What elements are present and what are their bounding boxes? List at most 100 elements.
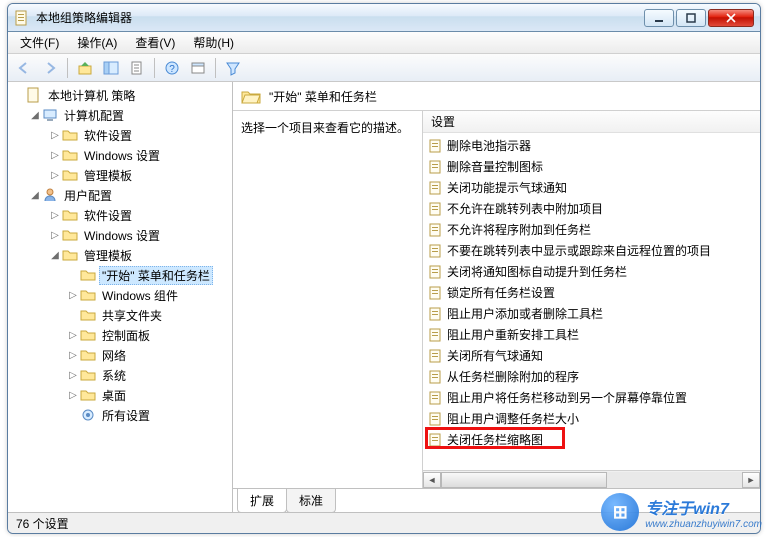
folder-icon xyxy=(80,387,96,403)
folder-icon xyxy=(80,267,96,283)
policy-item-icon xyxy=(429,139,443,153)
tab-extended[interactable]: 扩展 xyxy=(237,489,287,513)
menubar: 文件(F) 操作(A) 查看(V) 帮助(H) xyxy=(8,32,760,54)
setting-item[interactable]: 阻止用户重新安排工具栏 xyxy=(423,324,760,345)
folder-icon xyxy=(62,167,78,183)
menu-view[interactable]: 查看(V) xyxy=(127,32,183,53)
setting-item[interactable]: 阻止用户添加或者删除工具栏 xyxy=(423,303,760,324)
maximize-button[interactable] xyxy=(676,9,706,27)
chevron-right-icon[interactable]: ▷ xyxy=(66,290,80,301)
chevron-right-icon[interactable]: ▷ xyxy=(66,350,80,361)
tree-all-settings[interactable]: 所有设置 xyxy=(8,405,232,425)
chevron-right-icon[interactable]: ▷ xyxy=(48,210,62,221)
tree-root[interactable]: 本地计算机 策略 xyxy=(8,85,232,105)
minimize-button[interactable] xyxy=(644,9,674,27)
setting-item[interactable]: 关闭功能提示气球通知 xyxy=(423,177,760,198)
settings-icon xyxy=(80,407,96,423)
policy-item-icon xyxy=(429,202,443,216)
tree-item[interactable]: ▷Windows 组件 xyxy=(8,285,232,305)
policy-item-icon xyxy=(429,391,443,405)
tree-computer-config[interactable]: ◢ 计算机配置 xyxy=(8,105,232,125)
scroll-left-button[interactable]: ◄ xyxy=(423,472,441,488)
menu-help[interactable]: 帮助(H) xyxy=(185,32,242,53)
setting-label: 不要在跳转列表中显示或跟踪来自远程位置的项目 xyxy=(447,242,711,259)
tree-user-config[interactable]: ◢ 用户配置 xyxy=(8,185,232,205)
window-title: 本地组策略编辑器 xyxy=(36,9,642,26)
scroll-right-button[interactable]: ► xyxy=(742,472,760,488)
settings-column-header[interactable]: 设置 xyxy=(423,111,760,133)
chevron-right-icon[interactable]: ▷ xyxy=(66,330,80,341)
folder-icon xyxy=(62,207,78,223)
setting-item[interactable]: 不允许在跳转列表中附加项目 xyxy=(423,198,760,219)
policy-item-icon xyxy=(429,181,443,195)
setting-item[interactable]: 不允许将程序附加到任务栏 xyxy=(423,219,760,240)
filter-button[interactable] xyxy=(221,56,245,80)
view-tabs: 扩展 标准 xyxy=(233,488,760,512)
setting-item[interactable]: 关闭将通知图标自动提升到任务栏 xyxy=(423,261,760,282)
content-split: 选择一个项目来查看它的描述。 设置 删除电池指示器删除音量控制图标关闭功能提示气… xyxy=(233,110,760,488)
menu-file[interactable]: 文件(F) xyxy=(12,32,67,53)
tree-item[interactable]: ▷Windows 设置 xyxy=(8,145,232,165)
setting-item[interactable]: 关闭任务栏缩略图 xyxy=(423,429,760,450)
folder-icon xyxy=(80,307,96,323)
chevron-down-icon[interactable]: ◢ xyxy=(28,110,42,121)
tab-standard[interactable]: 标准 xyxy=(286,489,336,513)
scroll-track[interactable] xyxy=(441,472,742,488)
folder-icon xyxy=(80,367,96,383)
tree-item[interactable]: ▷软件设置 xyxy=(8,205,232,225)
setting-item[interactable]: 从任务栏删除附加的程序 xyxy=(423,366,760,387)
setting-label: 阻止用户调整任务栏大小 xyxy=(447,410,579,427)
forward-button[interactable] xyxy=(38,56,62,80)
back-button[interactable] xyxy=(12,56,36,80)
setting-item[interactable]: 关闭所有气球通知 xyxy=(423,345,760,366)
body: 本地计算机 策略 ◢ 计算机配置 ▷软件设置 ▷Windows 设置 ▷管理模板… xyxy=(8,82,760,512)
setting-item[interactable]: 锁定所有任务栏设置 xyxy=(423,282,760,303)
policy-item-icon xyxy=(429,223,443,237)
chevron-down-icon[interactable]: ◢ xyxy=(28,190,42,201)
show-hide-tree-button[interactable] xyxy=(99,56,123,80)
scroll-thumb[interactable] xyxy=(441,472,607,488)
setting-item[interactable]: 阻止用户将任务栏移动到另一个屏幕停靠位置 xyxy=(423,387,760,408)
tree-item[interactable]: ▷管理模板 xyxy=(8,165,232,185)
chevron-right-icon[interactable]: ▷ xyxy=(48,230,62,241)
properties-button[interactable] xyxy=(186,56,210,80)
chevron-right-icon[interactable]: ▷ xyxy=(48,130,62,141)
export-list-button[interactable] xyxy=(125,56,149,80)
user-icon xyxy=(42,187,58,203)
settings-list[interactable]: 删除电池指示器删除音量控制图标关闭功能提示气球通知不允许在跳转列表中附加项目不允… xyxy=(423,133,760,470)
setting-item[interactable]: 阻止用户调整任务栏大小 xyxy=(423,408,760,429)
menu-action[interactable]: 操作(A) xyxy=(69,32,125,53)
tree-item[interactable]: ▷网络 xyxy=(8,345,232,365)
tree-item[interactable]: ▷控制面板 xyxy=(8,325,232,345)
computer-icon xyxy=(42,107,58,123)
setting-item[interactable]: 删除电池指示器 xyxy=(423,135,760,156)
setting-item[interactable]: 不要在跳转列表中显示或跟踪来自远程位置的项目 xyxy=(423,240,760,261)
setting-label: 不允许将程序附加到任务栏 xyxy=(447,221,591,238)
setting-label: 阻止用户重新安排工具栏 xyxy=(447,326,579,343)
setting-label: 关闭将通知图标自动提升到任务栏 xyxy=(447,263,627,280)
policy-item-icon xyxy=(429,370,443,384)
tree-item[interactable]: ▷Windows 设置 xyxy=(8,225,232,245)
horizontal-scrollbar[interactable]: ◄ ► xyxy=(423,470,760,488)
chevron-right-icon[interactable]: ▷ xyxy=(66,390,80,401)
tree-start-menu-taskbar[interactable]: "开始" 菜单和任务栏 xyxy=(8,265,232,285)
tree-item[interactable]: ▷桌面 xyxy=(8,385,232,405)
content-pane: "开始" 菜单和任务栏 选择一个项目来查看它的描述。 设置 删除电池指示器删除音… xyxy=(233,82,760,512)
setting-label: 阻止用户将任务栏移动到另一个屏幕停靠位置 xyxy=(447,389,687,406)
help-button[interactable]: ? xyxy=(160,56,184,80)
chevron-down-icon[interactable]: ◢ xyxy=(48,250,62,261)
setting-label: 锁定所有任务栏设置 xyxy=(447,284,555,301)
setting-item[interactable]: 删除音量控制图标 xyxy=(423,156,760,177)
close-button[interactable] xyxy=(708,9,754,27)
chevron-right-icon[interactable]: ▷ xyxy=(48,170,62,181)
folder-icon xyxy=(80,347,96,363)
tree-item[interactable]: 共享文件夹 xyxy=(8,305,232,325)
chevron-right-icon[interactable]: ▷ xyxy=(48,150,62,161)
nav-tree[interactable]: 本地计算机 策略 ◢ 计算机配置 ▷软件设置 ▷Windows 设置 ▷管理模板… xyxy=(8,82,233,512)
up-button[interactable] xyxy=(73,56,97,80)
content-title: "开始" 菜单和任务栏 xyxy=(269,88,377,105)
chevron-right-icon[interactable]: ▷ xyxy=(66,370,80,381)
tree-admin-templates[interactable]: ◢管理模板 xyxy=(8,245,232,265)
tree-item[interactable]: ▷系统 xyxy=(8,365,232,385)
tree-item[interactable]: ▷软件设置 xyxy=(8,125,232,145)
